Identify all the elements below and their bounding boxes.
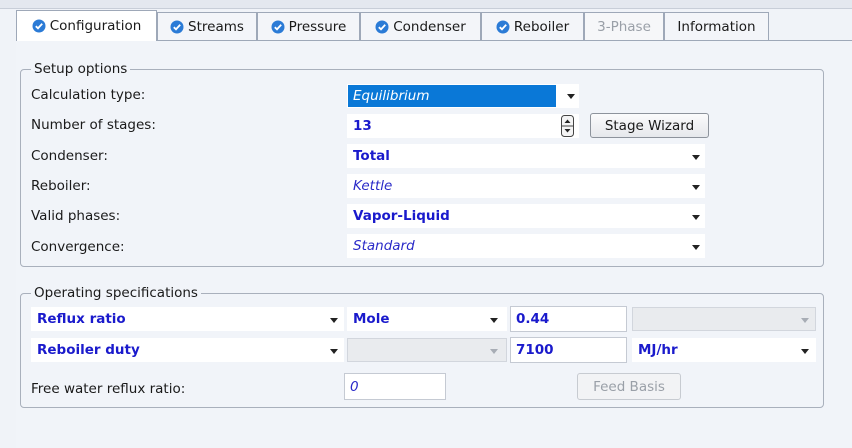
spec2-type-dropdown[interactable]: Reboiler duty [31, 338, 344, 362]
spec1-type-dropdown[interactable]: Reflux ratio [31, 307, 344, 331]
tab-pressure[interactable]: Pressure [257, 12, 360, 40]
chevron-down-icon [490, 349, 498, 354]
check-circle-icon [375, 20, 389, 33]
tab-bar: Configuration Streams Pressure Condenser… [16, 10, 852, 41]
calculation-type-label: Calculation type: [31, 87, 146, 103]
check-circle-icon [170, 20, 184, 33]
valid-phases-dropdown[interactable]: Vapor-Liquid [347, 204, 705, 228]
reboiler-label: Reboiler: [31, 178, 91, 194]
check-circle-icon [496, 20, 510, 33]
top-strip [0, 0, 852, 9]
convergence-dropdown[interactable]: Standard [347, 234, 705, 258]
tab-label: Reboiler [513, 18, 570, 35]
setup-options-title: Setup options [31, 61, 131, 77]
free-water-reflux-input[interactable]: 0 [344, 373, 446, 400]
tab-information[interactable]: Information [664, 12, 769, 40]
tab-label: Pressure [288, 18, 347, 35]
chevron-down-icon[interactable] [692, 245, 700, 250]
free-water-reflux-label: Free water reflux ratio: [31, 381, 186, 397]
tab-3-phase[interactable]: 3-Phase [584, 12, 664, 40]
condenser-dropdown[interactable]: Total [347, 144, 705, 168]
chevron-down-icon[interactable] [330, 318, 338, 323]
tab-label: 3-Phase [597, 18, 651, 35]
feed-basis-button[interactable]: Feed Basis [577, 373, 681, 400]
chevron-down-icon[interactable] [692, 215, 700, 220]
tab-configuration[interactable]: Configuration [16, 10, 157, 41]
condenser-label: Condenser: [31, 148, 108, 164]
stepper-icon[interactable] [561, 115, 574, 137]
number-of-stages-label: Number of stages: [31, 117, 156, 133]
tab-label: Streams [188, 18, 244, 35]
spec1-basis-dropdown[interactable]: Mole [347, 307, 507, 331]
chevron-down-icon[interactable] [567, 94, 575, 99]
calculation-type-dropdown[interactable]: Equilibrium [347, 84, 557, 108]
spec2-units-dropdown[interactable]: MJ/hr [632, 338, 816, 362]
valid-phases-label: Valid phases: [31, 208, 121, 224]
spec2-basis-dropdown [347, 338, 507, 362]
chevron-down-icon[interactable] [692, 185, 700, 190]
operating-specifications-title: Operating specifications [31, 285, 201, 301]
chevron-down-icon[interactable] [692, 155, 700, 160]
tab-label: Information [677, 18, 756, 35]
check-circle-icon [271, 20, 285, 33]
chevron-down-icon[interactable] [330, 349, 338, 354]
chevron-down-icon [801, 318, 809, 323]
tab-label: Configuration [49, 18, 142, 34]
chevron-down-icon[interactable] [801, 349, 809, 354]
tab-reboiler[interactable]: Reboiler [481, 12, 584, 40]
spec1-units-dropdown [632, 307, 816, 331]
tab-label: Condenser [393, 18, 466, 35]
tab-streams[interactable]: Streams [157, 12, 257, 40]
check-circle-icon [32, 19, 46, 33]
spec2-value-input[interactable]: 7100 [510, 337, 627, 363]
reboiler-dropdown[interactable]: Kettle [347, 174, 705, 198]
tab-condenser[interactable]: Condenser [360, 12, 481, 40]
spec1-value-input[interactable]: 0.44 [510, 306, 627, 332]
number-of-stages-input[interactable]: 13 [347, 114, 579, 138]
stage-wizard-button[interactable]: Stage Wizard [590, 113, 709, 138]
convergence-label: Convergence: [31, 239, 125, 255]
chevron-down-icon[interactable] [490, 318, 498, 323]
